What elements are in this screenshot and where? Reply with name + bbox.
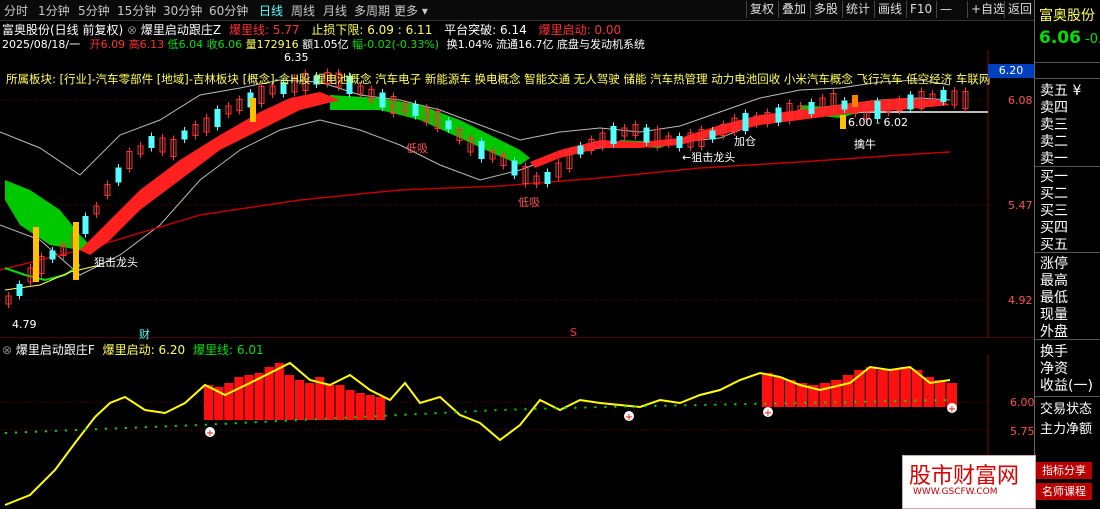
tag-share[interactable]: 指标分享 <box>1036 462 1092 479</box>
stop-loss-value: 止损下限: 6.09 : 6.11 <box>311 23 433 37</box>
stat-outer: 外盘 <box>1040 324 1068 340</box>
y-axis-label: 4.92 <box>1008 294 1033 307</box>
low-buy-label: 低吸 <box>406 142 428 155</box>
indicator-bar <box>234 377 244 420</box>
y-axis-label: 6.08 <box>1008 94 1033 107</box>
period-tab-30min[interactable]: 30分钟 <box>163 2 202 19</box>
current-price-tag: 6.20 <box>988 64 1034 78</box>
catch-bull-label: 擒牛 <box>854 138 876 151</box>
ask-1: 卖一 <box>1040 151 1068 167</box>
indicator-bar <box>831 380 842 407</box>
period-tab-5min[interactable]: 5分钟 <box>78 2 110 19</box>
low-buy-label: 低吸 <box>518 196 540 209</box>
indicator-bar <box>888 369 900 407</box>
statistics-button[interactable]: 统计 <box>842 1 873 18</box>
period-tab-multi[interactable]: 多周期 <box>354 2 390 19</box>
side-stock-name: 富奥股份 <box>1039 8 1095 24</box>
f10-button[interactable]: F10 <box>906 1 935 18</box>
red-bar-group <box>204 363 957 420</box>
svg-text:+: + <box>625 412 633 423</box>
indicator-bar <box>224 383 234 420</box>
svg-text:+: + <box>206 428 214 439</box>
svg-text:+: + <box>948 404 956 415</box>
period-toolbar: 分时 1分钟 5分钟 15分钟 30分钟 60分钟 日线 周线 月线 多周期 更… <box>0 0 1034 21</box>
overlay-button[interactable]: 叠加 <box>778 1 809 18</box>
platform-break-value: 平台突破: 6.14 <box>444 23 527 37</box>
lower-y-axis-label: 6.00 <box>1010 396 1035 409</box>
launch-bar <box>73 222 79 280</box>
buy-signal-icon[interactable]: + <box>947 403 957 415</box>
period-tab-weekly[interactable]: 周线 <box>291 2 315 19</box>
indicator-bar <box>274 363 284 420</box>
launch-value: 爆里启动: 0.00 <box>538 23 622 37</box>
indicator-bar <box>762 373 773 407</box>
indicator-bar <box>284 375 294 420</box>
y-axis-label: 5.47 <box>1008 199 1033 212</box>
high-price-mark: 6.35 <box>284 51 309 64</box>
indicator-bar <box>295 380 305 420</box>
watchlist-minus-button[interactable]: — <box>936 1 955 18</box>
close-x-icon[interactable]: ⊗ <box>127 23 141 37</box>
indicator-bar <box>842 375 854 407</box>
back-button[interactable]: 返回 <box>1004 1 1035 18</box>
indicator-bar <box>345 390 355 420</box>
multi-stock-button[interactable]: 多股 <box>810 1 841 18</box>
catch-dragon-label: ←狙击龙头 <box>682 151 736 164</box>
trade-status[interactable]: 交易状态 <box>1040 398 1092 417</box>
bid-5: 买五 <box>1040 237 1068 253</box>
watermark-logo: 股市财富网 WWW.GSCFW.COM <box>902 455 1036 509</box>
low-price-mark: 4.79 <box>12 318 37 331</box>
catch-dragon-label: 狙击龙头 <box>94 256 138 269</box>
indicator-bar <box>355 393 365 420</box>
price-chart[interactable] <box>0 50 1034 338</box>
launch-bar <box>33 227 39 282</box>
period-tab-1min[interactable]: 1分钟 <box>38 2 70 19</box>
period-tab-more[interactable]: 更多 ▾ <box>394 2 428 19</box>
launch-bar <box>840 115 846 129</box>
stock-title: 富奥股份(日线 前复权) <box>2 23 124 37</box>
svg-text:+: + <box>764 408 772 419</box>
main-net-amount[interactable]: 主力净额 <box>1040 418 1092 437</box>
buy-signal-icon[interactable]: + <box>763 407 773 419</box>
financial-marker[interactable]: 财 <box>139 326 150 342</box>
watermark-name: 股市财富网 <box>909 464 1020 489</box>
indicator-bar <box>335 385 345 420</box>
indicator-bar <box>325 385 335 420</box>
indicator-name[interactable]: 爆里启动跟庄Z <box>141 23 221 37</box>
add-watchlist-button[interactable]: +自选 <box>967 1 1008 18</box>
s-marker[interactable]: S <box>570 326 577 339</box>
launch-bar <box>250 98 256 122</box>
baoli-line-value: 爆里线: 5.77 <box>228 23 300 37</box>
indicator-bar <box>305 383 315 420</box>
indicator-bar <box>365 395 375 420</box>
restore-right-button[interactable]: 复权 <box>746 1 777 18</box>
side-change: -0.0 <box>1085 32 1100 47</box>
add-position-label: 加仓 <box>734 135 756 148</box>
stat-earnings: 收益(一) <box>1040 378 1093 394</box>
indicator-bar <box>934 380 946 407</box>
launch-bar <box>852 95 858 107</box>
period-tab-15min[interactable]: 15分钟 <box>117 2 156 19</box>
draw-line-button[interactable]: 画线 <box>874 1 905 18</box>
period-tab-daily[interactable]: 日线 <box>259 2 283 19</box>
quote-side-panel: 富奥股份 6.06 -0.0 卖五 ¥ 卖四 卖三 卖二 卖一 买一 买二 买三… <box>1034 0 1100 509</box>
indicator-bar <box>375 397 385 420</box>
indicator-chart[interactable]: + + + + <box>0 355 1034 509</box>
watermark-url: WWW.GSCFW.COM <box>913 487 998 497</box>
price-range-label: 6.00 - 6.02 <box>848 116 908 129</box>
lower-y-axis-label: 5.75 <box>1010 425 1035 438</box>
concept-sectors: 所属板块: [行业]-汽车零部件 [地域]-吉林板块 [概念]-含H股 锂电池概… <box>6 72 991 86</box>
indicator-bar <box>204 385 214 420</box>
period-tab-60min[interactable]: 60分钟 <box>209 2 248 19</box>
period-tab-monthly[interactable]: 月线 <box>323 2 347 19</box>
side-price: 6.06 <box>1039 28 1081 48</box>
watermark-tags: 指标分享 名师课程 <box>1036 462 1092 504</box>
buy-signal-icon[interactable]: + <box>205 427 215 439</box>
period-tab-timeshare[interactable]: 分时 <box>4 2 28 19</box>
buy-signal-icon[interactable]: + <box>624 411 634 423</box>
indicator-bar <box>785 380 796 407</box>
tag-course[interactable]: 名师课程 <box>1036 483 1092 500</box>
